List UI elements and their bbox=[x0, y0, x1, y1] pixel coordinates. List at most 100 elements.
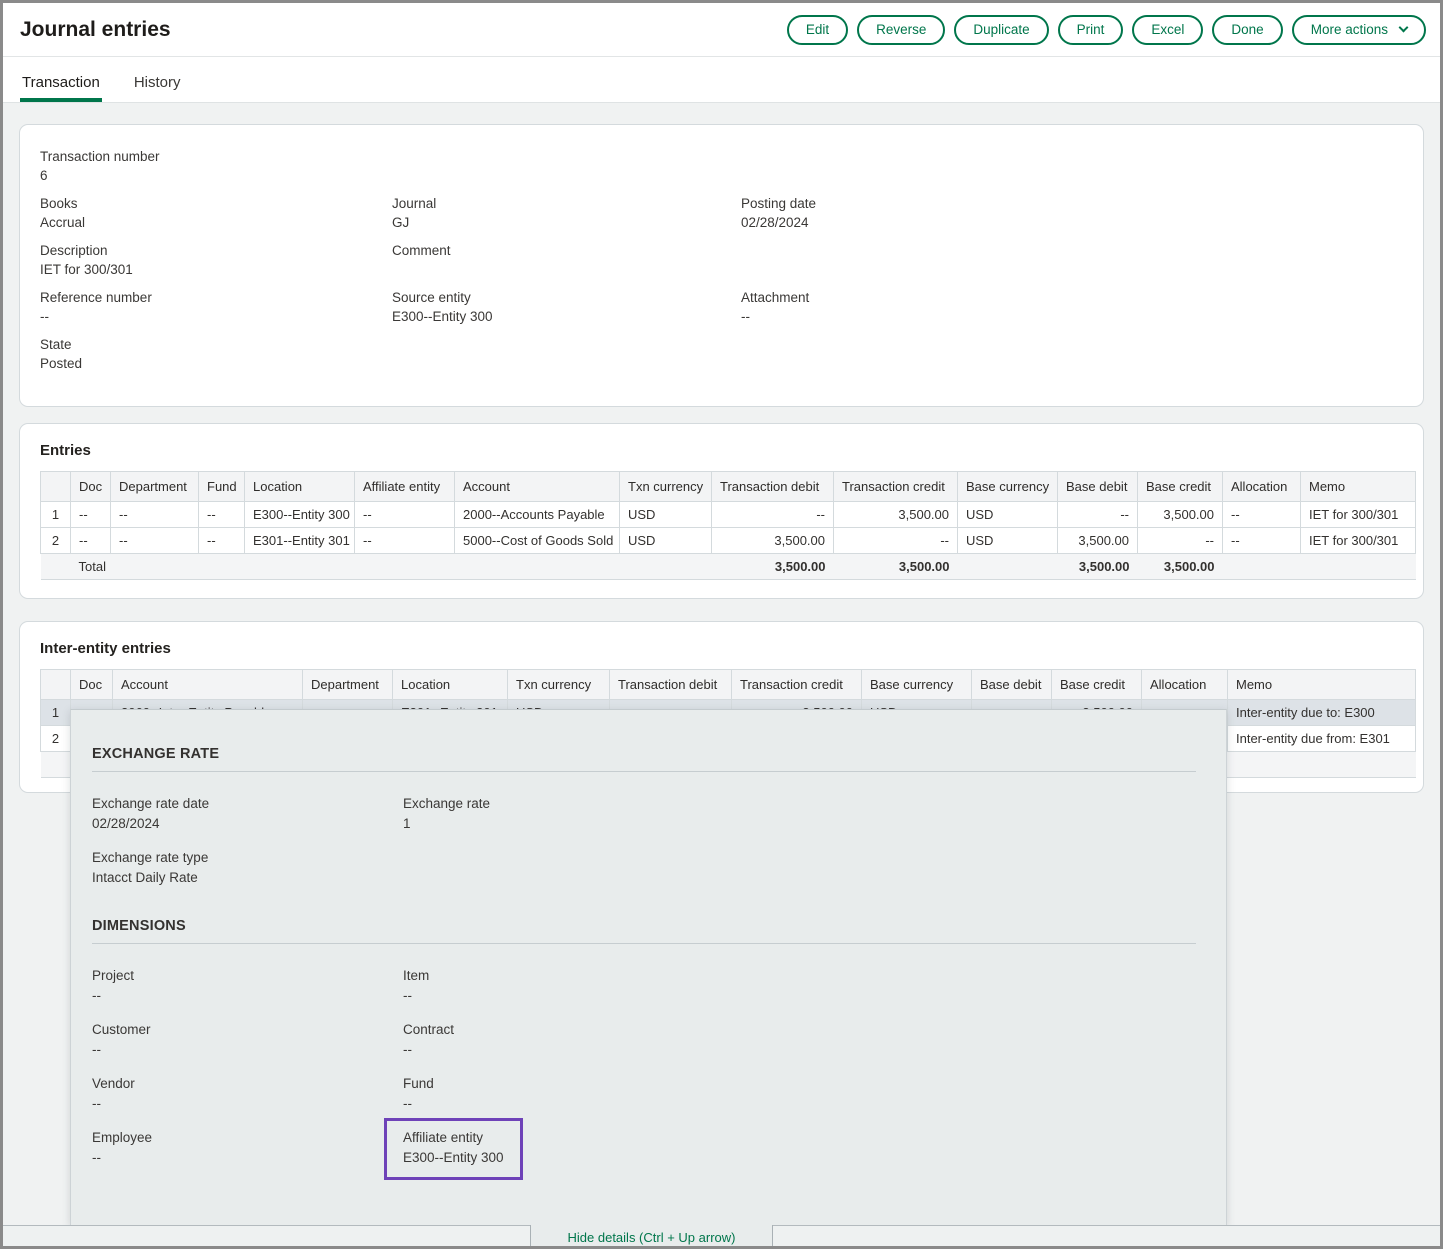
transaction-details-panel: Transaction number 6 Books Accrual Journ… bbox=[19, 124, 1424, 407]
row-details-pane: EXCHANGE RATE Exchange rate date 02/28/2… bbox=[70, 709, 1227, 1225]
field-vendor: Vendor -- bbox=[92, 1074, 403, 1114]
reverse-button[interactable]: Reverse bbox=[857, 15, 945, 45]
inter-entity-heading: Inter-entity entries bbox=[40, 640, 1403, 657]
cell-location: E300--Entity 300 bbox=[245, 502, 355, 528]
col-header-base-debit: Base debit bbox=[1058, 472, 1138, 502]
col-header-account: Account bbox=[455, 472, 620, 502]
field-journal: Journal GJ bbox=[392, 194, 741, 232]
field-label: Exchange rate type bbox=[92, 848, 403, 868]
field-label: Attachment bbox=[741, 288, 1403, 307]
field-value: 1 bbox=[403, 814, 1196, 834]
excel-button[interactable]: Excel bbox=[1132, 15, 1203, 45]
field-label: Source entity bbox=[392, 288, 741, 307]
cell-affiliate-entity: -- bbox=[355, 502, 455, 528]
affiliate-entity-highlight-box: Affiliate entity E300--Entity 300 bbox=[384, 1118, 523, 1180]
print-button[interactable]: Print bbox=[1058, 15, 1124, 45]
cell-transaction-credit: 3,500.00 bbox=[834, 502, 958, 528]
col-header-base-currency: Base currency bbox=[958, 472, 1058, 502]
edit-button[interactable]: Edit bbox=[787, 15, 848, 45]
field-label: Employee bbox=[92, 1128, 403, 1148]
col-header-location: Location bbox=[245, 472, 355, 502]
col-header-memo: Memo bbox=[1228, 670, 1416, 700]
field-label: Journal bbox=[392, 194, 741, 213]
bottom-strip: Hide details (Ctrl + Up arrow) bbox=[3, 1225, 1440, 1249]
row-number: 2 bbox=[41, 528, 71, 554]
field-label: State bbox=[40, 335, 392, 354]
col-header-base-credit: Base credit bbox=[1052, 670, 1142, 700]
field-label: Books bbox=[40, 194, 392, 213]
cell-account: 5000--Cost of Goods Sold bbox=[455, 528, 620, 554]
field-employee: Employee -- bbox=[92, 1128, 403, 1168]
field-description: Description IET for 300/301 bbox=[40, 241, 392, 279]
exchange-rate-heading: EXCHANGE RATE bbox=[92, 746, 1196, 762]
col-header-transaction-debit: Transaction debit bbox=[712, 472, 834, 502]
tab-transaction[interactable]: Transaction bbox=[20, 74, 102, 102]
field-label: Item bbox=[403, 966, 1196, 986]
col-header-account: Account bbox=[113, 670, 303, 700]
field-value: -- bbox=[741, 307, 1403, 326]
field-label: Affiliate entity bbox=[403, 1128, 504, 1148]
field-source-entity: Source entity E300--Entity 300 bbox=[392, 288, 741, 326]
cell-department: -- bbox=[111, 502, 199, 528]
cell-memo: IET for 300/301 bbox=[1301, 528, 1416, 554]
more-actions-button[interactable]: More actions bbox=[1292, 15, 1426, 45]
cell-base-debit: -- bbox=[1058, 502, 1138, 528]
field-value: -- bbox=[92, 1094, 403, 1114]
cell-base-currency: USD bbox=[958, 528, 1058, 554]
field-exchange-rate: Exchange rate 1 bbox=[403, 794, 1196, 834]
col-header-base-currency: Base currency bbox=[862, 670, 972, 700]
entries-total-row: Total 3,500.00 3,500.00 3,500.00 3,500.0… bbox=[41, 554, 1416, 580]
hide-details-tab[interactable]: Hide details (Ctrl + Up arrow) bbox=[530, 1225, 773, 1249]
field-label: Description bbox=[40, 241, 392, 260]
entries-row-2[interactable]: 2 -- -- -- E301--Entity 301 -- 5000--Cos… bbox=[41, 528, 1416, 554]
entries-row-1[interactable]: 1 -- -- -- E300--Entity 300 -- 2000--Acc… bbox=[41, 502, 1416, 528]
field-value: -- bbox=[403, 1040, 1196, 1060]
field-label: Exchange rate date bbox=[92, 794, 403, 814]
col-header-transaction-credit: Transaction credit bbox=[834, 472, 958, 502]
col-header-fund: Fund bbox=[199, 472, 245, 502]
done-button[interactable]: Done bbox=[1212, 15, 1282, 45]
field-transaction-number: Transaction number 6 bbox=[40, 147, 392, 185]
cell-fund: -- bbox=[199, 502, 245, 528]
field-exchange-rate-date: Exchange rate date 02/28/2024 bbox=[92, 794, 403, 834]
cell-base-debit: 3,500.00 bbox=[1058, 528, 1138, 554]
row-number: 2 bbox=[41, 726, 71, 752]
cell-transaction-credit: -- bbox=[834, 528, 958, 554]
col-header-department: Department bbox=[111, 472, 199, 502]
field-value: Intacct Daily Rate bbox=[92, 868, 403, 888]
field-label: Customer bbox=[92, 1020, 403, 1040]
field-fund: Fund -- bbox=[403, 1074, 1196, 1114]
chevron-down-icon bbox=[1399, 23, 1409, 33]
cell-allocation: -- bbox=[1223, 528, 1301, 554]
cell-base-currency: USD bbox=[958, 502, 1058, 528]
cell-txn-currency: USD bbox=[620, 502, 712, 528]
col-header-base-credit: Base credit bbox=[1138, 472, 1223, 502]
col-header-txn-currency: Txn currency bbox=[508, 670, 610, 700]
cell-allocation: -- bbox=[1223, 502, 1301, 528]
cell-doc: -- bbox=[71, 502, 111, 528]
col-header bbox=[41, 670, 71, 700]
col-header-location: Location bbox=[393, 670, 508, 700]
col-header-department: Department bbox=[303, 670, 393, 700]
field-value: IET for 300/301 bbox=[40, 260, 392, 279]
field-value: -- bbox=[92, 1148, 403, 1168]
cell-base-credit: -- bbox=[1138, 528, 1223, 554]
field-affiliate-entity: Affiliate entity E300--Entity 300 bbox=[403, 1128, 504, 1168]
col-header-transaction-debit: Transaction debit bbox=[610, 670, 732, 700]
col-header-transaction-credit: Transaction credit bbox=[732, 670, 862, 700]
cell-txn-currency: USD bbox=[620, 528, 712, 554]
field-label: Comment bbox=[392, 241, 741, 260]
col-header-doc: Doc bbox=[71, 670, 113, 700]
field-contract: Contract -- bbox=[403, 1020, 1196, 1060]
field-value: GJ bbox=[392, 213, 741, 232]
field-label: Vendor bbox=[92, 1074, 403, 1094]
tab-history[interactable]: History bbox=[132, 74, 183, 102]
field-comment: Comment bbox=[392, 241, 741, 279]
cell-account: 2000--Accounts Payable bbox=[455, 502, 620, 528]
field-value: 02/28/2024 bbox=[92, 814, 403, 834]
field-project: Project -- bbox=[92, 966, 403, 1006]
field-value: E300--Entity 300 bbox=[403, 1148, 504, 1168]
entries-heading: Entries bbox=[40, 442, 1403, 459]
duplicate-button[interactable]: Duplicate bbox=[954, 15, 1048, 45]
field-reference-number: Reference number -- bbox=[40, 288, 392, 326]
